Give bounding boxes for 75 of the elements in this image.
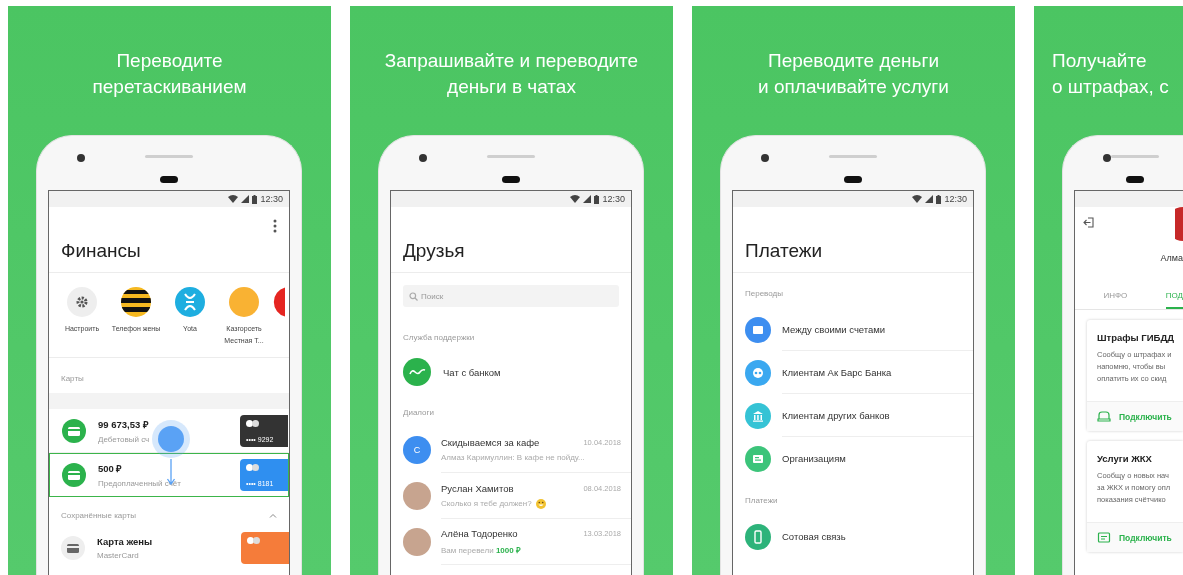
battery-icon xyxy=(594,194,600,204)
card-title: Штрафы ГИБДД xyxy=(1096,331,1175,343)
status-time: 12:30 xyxy=(602,194,625,204)
payment-option[interactable]: Клиентам Ак Барс Банка xyxy=(733,351,973,394)
chat-name[interactable]: Чат с банком xyxy=(443,366,501,378)
caption: Переводите деньги и оплачивайте услуги xyxy=(758,49,949,99)
circles-icon xyxy=(246,420,260,427)
wifi-icon xyxy=(570,195,581,203)
status-time: 12:30 xyxy=(944,194,967,204)
card-icon xyxy=(61,536,85,560)
card-type: MasterCard xyxy=(97,551,140,560)
payment-option[interactable]: Организациям xyxy=(733,437,973,480)
car-icon xyxy=(1097,410,1111,423)
payment-option[interactable]: Между своими счетами xyxy=(733,308,973,351)
payment-option[interactable]: Клиентам других банков xyxy=(733,394,973,437)
screen-title: Друзья xyxy=(403,240,466,262)
screen-title: Финансы xyxy=(61,240,142,262)
section-label: Карты xyxy=(60,373,85,385)
message-preview: Вам перевели 1000 ₽ xyxy=(441,545,521,555)
speaker-slot xyxy=(1111,155,1159,158)
signal-icon xyxy=(925,195,934,203)
section-label: Платежи xyxy=(744,495,779,507)
account-type: Дебетовый сч xyxy=(98,435,151,444)
sensor-slot xyxy=(844,176,862,183)
wifi-icon xyxy=(228,195,239,203)
account-balance: 500 ₽ xyxy=(98,462,124,475)
payment-option[interactable]: Сотовая связь xyxy=(733,515,973,558)
signal-icon xyxy=(241,195,250,203)
caption: Получайте о штрафах, с xyxy=(1052,49,1169,99)
wifi-icon xyxy=(912,195,923,203)
card-icon xyxy=(62,463,86,487)
card-title: Услуги ЖКХ xyxy=(1096,452,1153,464)
search-icon xyxy=(409,292,418,301)
section-label: Служба поддержки xyxy=(402,332,476,344)
camera-lens xyxy=(761,154,769,162)
battery-icon xyxy=(936,194,942,204)
chat-name: Скидываемся за кафе xyxy=(441,437,540,448)
battery-icon xyxy=(252,194,258,204)
message-preview: Сколько я тебе должен? xyxy=(441,499,532,508)
sensor-slot xyxy=(502,176,520,183)
message-preview: Алмаз Каримуллин: В кафе не пойду... xyxy=(441,453,585,462)
account-type: Предоплаченный счёт xyxy=(98,479,182,488)
search-field[interactable]: Поиск xyxy=(403,285,619,307)
camera-lens xyxy=(1103,154,1111,162)
avatar-placeholder xyxy=(403,482,431,510)
document-icon xyxy=(1097,531,1111,544)
chat-name: Алёна Тодоренко xyxy=(441,528,518,539)
speaker-slot xyxy=(145,155,193,158)
signal-icon xyxy=(583,195,592,203)
section-label: Переводы xyxy=(744,288,784,300)
card-icon xyxy=(62,419,86,443)
section-label: Сохранённые карты xyxy=(61,511,136,520)
status-time: 12:30 xyxy=(260,194,283,204)
avatar-letter: С xyxy=(403,436,431,464)
chat-logo-icon xyxy=(403,358,431,386)
sensor-slot xyxy=(160,176,178,183)
section-label: Диалоги xyxy=(402,407,435,419)
camera-lens xyxy=(77,154,85,162)
caption: Запрашивайте и переводите деньги в чатах xyxy=(384,49,639,99)
caption: Переводите перетаскиванием xyxy=(92,49,247,99)
exit-icon[interactable] xyxy=(1083,217,1094,228)
more-icon[interactable] xyxy=(273,219,277,233)
avatar-placeholder xyxy=(403,528,431,556)
card-name: Карта жены xyxy=(97,536,154,547)
avatar-placeholder xyxy=(1175,207,1183,241)
account-balance: 99 673,53 ₽ xyxy=(98,418,150,431)
circles-icon xyxy=(247,537,261,544)
chat-name: Руслан Хамитов xyxy=(441,482,514,494)
user-name: Алма xyxy=(1160,253,1183,263)
screen-title: Платежи xyxy=(745,240,824,262)
sensor-slot xyxy=(1126,176,1144,183)
speaker-slot xyxy=(829,155,877,158)
circles-icon xyxy=(246,464,260,471)
camera-lens xyxy=(419,154,427,162)
speaker-slot xyxy=(487,155,535,158)
